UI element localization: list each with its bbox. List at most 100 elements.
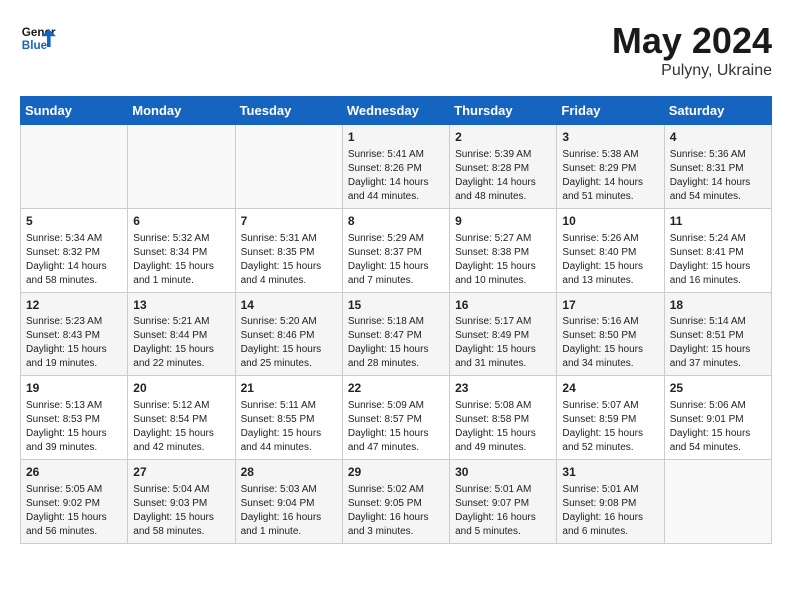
- day-info: and 49 minutes.: [455, 441, 551, 455]
- calendar-day-cell: 31Sunrise: 5:01 AMSunset: 9:08 PMDayligh…: [557, 460, 664, 544]
- day-info: and 48 minutes.: [455, 190, 551, 204]
- day-info: Sunrise: 5:03 AM: [241, 483, 337, 497]
- day-info: Sunset: 8:26 PM: [348, 162, 444, 176]
- day-info: Sunrise: 5:02 AM: [348, 483, 444, 497]
- day-info: Sunset: 8:44 PM: [133, 329, 229, 343]
- logo: General Blue: [20, 20, 56, 56]
- day-number: 14: [241, 297, 337, 314]
- day-info: Daylight: 15 hours: [133, 511, 229, 525]
- calendar-week-row: 5Sunrise: 5:34 AMSunset: 8:32 PMDaylight…: [21, 208, 772, 292]
- day-info: Sunset: 9:05 PM: [348, 497, 444, 511]
- header-sunday: Sunday: [21, 97, 128, 125]
- day-info: and 3 minutes.: [348, 525, 444, 539]
- day-number: 4: [670, 129, 766, 146]
- day-info: Daylight: 15 hours: [241, 427, 337, 441]
- day-info: Sunset: 8:50 PM: [562, 329, 658, 343]
- day-info: Sunrise: 5:07 AM: [562, 399, 658, 413]
- day-info: Daylight: 15 hours: [348, 260, 444, 274]
- calendar-day-cell: 8Sunrise: 5:29 AMSunset: 8:37 PMDaylight…: [342, 208, 449, 292]
- day-info: Sunset: 8:53 PM: [26, 413, 122, 427]
- calendar-header-row: SundayMondayTuesdayWednesdayThursdayFrid…: [21, 97, 772, 125]
- calendar-day-cell: 23Sunrise: 5:08 AMSunset: 8:58 PMDayligh…: [450, 376, 557, 460]
- day-number: 18: [670, 297, 766, 314]
- day-number: 5: [26, 213, 122, 230]
- day-number: 11: [670, 213, 766, 230]
- calendar-day-cell: 10Sunrise: 5:26 AMSunset: 8:40 PMDayligh…: [557, 208, 664, 292]
- day-number: 16: [455, 297, 551, 314]
- day-info: Sunrise: 5:34 AM: [26, 232, 122, 246]
- day-info: Sunset: 8:28 PM: [455, 162, 551, 176]
- day-info: Daylight: 15 hours: [670, 260, 766, 274]
- day-info: Daylight: 16 hours: [348, 511, 444, 525]
- day-info: Sunset: 8:58 PM: [455, 413, 551, 427]
- day-number: 24: [562, 380, 658, 397]
- day-info: Sunset: 9:01 PM: [670, 413, 766, 427]
- day-info: Daylight: 15 hours: [133, 260, 229, 274]
- day-info: and 4 minutes.: [241, 274, 337, 288]
- day-info: Daylight: 15 hours: [670, 427, 766, 441]
- day-info: Sunset: 8:34 PM: [133, 246, 229, 260]
- header-saturday: Saturday: [664, 97, 771, 125]
- day-info: and 58 minutes.: [26, 274, 122, 288]
- day-info: Sunset: 8:38 PM: [455, 246, 551, 260]
- day-info: and 44 minutes.: [241, 441, 337, 455]
- day-info: Daylight: 15 hours: [348, 427, 444, 441]
- day-info: Sunrise: 5:11 AM: [241, 399, 337, 413]
- day-info: Sunset: 8:57 PM: [348, 413, 444, 427]
- day-info: and 28 minutes.: [348, 357, 444, 371]
- calendar-day-cell: 29Sunrise: 5:02 AMSunset: 9:05 PMDayligh…: [342, 460, 449, 544]
- day-info: and 31 minutes.: [455, 357, 551, 371]
- calendar-day-cell: 30Sunrise: 5:01 AMSunset: 9:07 PMDayligh…: [450, 460, 557, 544]
- day-info: Sunrise: 5:16 AM: [562, 315, 658, 329]
- day-info: Sunset: 9:02 PM: [26, 497, 122, 511]
- day-info: and 47 minutes.: [348, 441, 444, 455]
- page-header: General Blue May 2024 Pulyny, Ukraine: [20, 20, 772, 80]
- calendar-day-cell: 24Sunrise: 5:07 AMSunset: 8:59 PMDayligh…: [557, 376, 664, 460]
- day-info: and 13 minutes.: [562, 274, 658, 288]
- calendar-day-cell: 25Sunrise: 5:06 AMSunset: 9:01 PMDayligh…: [664, 376, 771, 460]
- day-number: 3: [562, 129, 658, 146]
- day-info: Sunrise: 5:26 AM: [562, 232, 658, 246]
- day-number: 12: [26, 297, 122, 314]
- day-info: Daylight: 15 hours: [455, 427, 551, 441]
- day-info: Daylight: 15 hours: [562, 260, 658, 274]
- day-info: Daylight: 14 hours: [348, 176, 444, 190]
- day-info: and 34 minutes.: [562, 357, 658, 371]
- day-info: Sunset: 8:46 PM: [241, 329, 337, 343]
- day-number: 6: [133, 213, 229, 230]
- calendar-day-cell: 16Sunrise: 5:17 AMSunset: 8:49 PMDayligh…: [450, 292, 557, 376]
- day-info: Daylight: 15 hours: [133, 343, 229, 357]
- day-info: Sunrise: 5:20 AM: [241, 315, 337, 329]
- day-info: Daylight: 15 hours: [26, 343, 122, 357]
- day-number: 7: [241, 213, 337, 230]
- day-info: and 42 minutes.: [133, 441, 229, 455]
- day-info: Daylight: 15 hours: [241, 343, 337, 357]
- calendar-table: SundayMondayTuesdayWednesdayThursdayFrid…: [20, 96, 772, 544]
- day-info: Sunset: 8:40 PM: [562, 246, 658, 260]
- day-info: Sunset: 8:31 PM: [670, 162, 766, 176]
- svg-text:Blue: Blue: [22, 39, 48, 52]
- calendar-day-cell: 17Sunrise: 5:16 AMSunset: 8:50 PMDayligh…: [557, 292, 664, 376]
- day-info: Sunrise: 5:05 AM: [26, 483, 122, 497]
- calendar-day-cell: 28Sunrise: 5:03 AMSunset: 9:04 PMDayligh…: [235, 460, 342, 544]
- header-friday: Friday: [557, 97, 664, 125]
- day-number: 25: [670, 380, 766, 397]
- calendar-day-cell: 12Sunrise: 5:23 AMSunset: 8:43 PMDayligh…: [21, 292, 128, 376]
- month-year: May 2024: [612, 20, 772, 62]
- day-info: and 19 minutes.: [26, 357, 122, 371]
- calendar-day-cell: 18Sunrise: 5:14 AMSunset: 8:51 PMDayligh…: [664, 292, 771, 376]
- day-info: Sunrise: 5:04 AM: [133, 483, 229, 497]
- day-info: Sunset: 8:43 PM: [26, 329, 122, 343]
- day-number: 28: [241, 464, 337, 481]
- day-info: Daylight: 14 hours: [670, 176, 766, 190]
- calendar-day-cell: 6Sunrise: 5:32 AMSunset: 8:34 PMDaylight…: [128, 208, 235, 292]
- calendar-day-cell: 9Sunrise: 5:27 AMSunset: 8:38 PMDaylight…: [450, 208, 557, 292]
- day-info: Sunrise: 5:23 AM: [26, 315, 122, 329]
- day-number: 21: [241, 380, 337, 397]
- day-info: and 37 minutes.: [670, 357, 766, 371]
- day-info: Daylight: 14 hours: [562, 176, 658, 190]
- day-info: Daylight: 14 hours: [455, 176, 551, 190]
- day-info: Sunrise: 5:01 AM: [455, 483, 551, 497]
- day-info: and 10 minutes.: [455, 274, 551, 288]
- day-info: Sunrise: 5:14 AM: [670, 315, 766, 329]
